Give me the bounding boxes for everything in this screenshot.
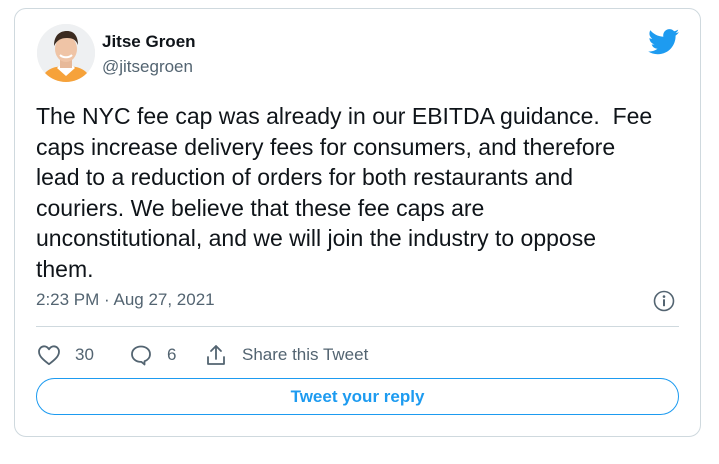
speech-bubble-icon [131,345,151,366]
avatar[interactable] [37,24,95,82]
divider [36,326,679,327]
author-name[interactable]: Jitse Groen [102,32,196,52]
tweet-timestamp[interactable]: 2:23 PM · Aug 27, 2021 [36,290,215,310]
share-label: Share this Tweet [242,345,369,364]
avatar-photo [37,24,95,82]
reply-count-button[interactable]: 6 [129,342,176,368]
share-button[interactable]: Share this Tweet [204,342,368,368]
tweet-card[interactable]: Jitse Groen @jitsegroen The NYC fee cap … [14,8,701,437]
heart-icon [38,345,60,366]
like-count: 30 [75,345,94,364]
tweet-your-reply-button[interactable]: Tweet your reply [36,378,679,415]
share-arrow-icon [207,345,225,365]
reply-count: 6 [167,345,177,364]
twitter-bird-icon[interactable] [648,29,680,55]
tweet-text: The NYC fee cap was already in our EBITD… [36,103,653,282]
like-button[interactable]: 30 [37,342,94,368]
author-handle[interactable]: @jitsegroen [102,57,193,77]
info-icon[interactable] [653,290,675,312]
